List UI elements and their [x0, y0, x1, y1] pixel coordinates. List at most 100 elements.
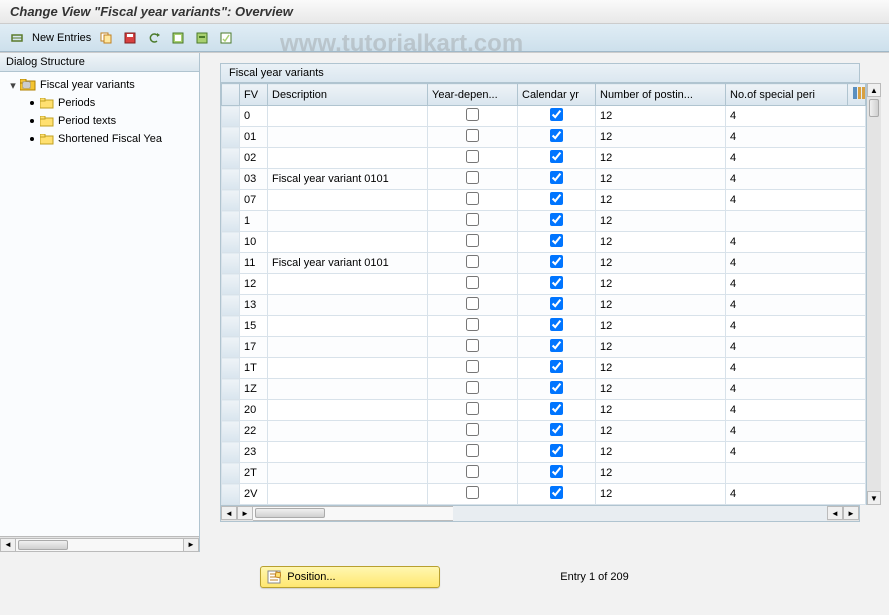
posting-periods-input[interactable]	[596, 169, 725, 189]
posting-periods-input[interactable]	[596, 295, 725, 315]
row-selector[interactable]	[222, 190, 240, 211]
year-dependent-checkbox[interactable]	[466, 339, 479, 352]
special-periods-input[interactable]	[726, 211, 865, 231]
posting-periods-input[interactable]	[596, 337, 725, 357]
calendar-year-checkbox[interactable]	[550, 381, 563, 394]
select-block-icon[interactable]	[193, 29, 211, 47]
special-periods-input[interactable]	[726, 127, 865, 147]
col-header-special-periods[interactable]: No.of special peri	[726, 84, 848, 106]
description-input[interactable]	[268, 274, 427, 294]
position-button[interactable]: Position...	[260, 566, 440, 588]
calendar-year-checkbox[interactable]	[550, 129, 563, 142]
posting-periods-input[interactable]	[596, 421, 725, 441]
calendar-year-checkbox[interactable]	[550, 360, 563, 373]
hscroll-track[interactable]	[253, 506, 453, 521]
col-header-fv[interactable]: FV	[240, 84, 268, 106]
row-selector[interactable]	[222, 400, 240, 421]
posting-periods-input[interactable]	[596, 400, 725, 420]
posting-periods-input[interactable]	[596, 127, 725, 147]
row-selector[interactable]	[222, 295, 240, 316]
col-header-year-dependent[interactable]: Year-depen...	[428, 84, 518, 106]
row-selector[interactable]	[222, 274, 240, 295]
calendar-year-checkbox[interactable]	[550, 171, 563, 184]
special-periods-input[interactable]	[726, 190, 865, 210]
fv-input[interactable]	[240, 316, 267, 336]
row-selector[interactable]	[222, 442, 240, 463]
fv-input[interactable]	[240, 253, 267, 273]
calendar-year-checkbox[interactable]	[550, 402, 563, 415]
special-periods-input[interactable]	[726, 232, 865, 252]
select-all-icon[interactable]	[169, 29, 187, 47]
row-selector[interactable]	[222, 358, 240, 379]
row-selector[interactable]	[222, 253, 240, 274]
calendar-year-checkbox[interactable]	[550, 213, 563, 226]
year-dependent-checkbox[interactable]	[466, 360, 479, 373]
calendar-year-checkbox[interactable]	[550, 234, 563, 247]
calendar-year-checkbox[interactable]	[550, 423, 563, 436]
tree-root-fiscal-year-variants[interactable]: ▾ Fiscal year variants	[2, 76, 197, 94]
calendar-year-checkbox[interactable]	[550, 276, 563, 289]
year-dependent-checkbox[interactable]	[466, 234, 479, 247]
special-periods-input[interactable]	[726, 379, 865, 399]
scroll-right2-icon[interactable]: ►	[843, 506, 859, 520]
year-dependent-checkbox[interactable]	[466, 465, 479, 478]
special-periods-input[interactable]	[726, 295, 865, 315]
row-selector[interactable]	[222, 127, 240, 148]
description-input[interactable]	[268, 106, 427, 126]
fv-input[interactable]	[240, 358, 267, 378]
fv-input[interactable]	[240, 232, 267, 252]
calendar-year-checkbox[interactable]	[550, 486, 563, 499]
year-dependent-checkbox[interactable]	[466, 213, 479, 226]
special-periods-input[interactable]	[726, 463, 865, 483]
tree-item-shortened-fiscal-year[interactable]: Shortened Fiscal Yea	[2, 130, 197, 148]
year-dependent-checkbox[interactable]	[466, 192, 479, 205]
scroll-thumb[interactable]	[18, 540, 68, 550]
fv-input[interactable]	[240, 442, 267, 462]
deselect-icon[interactable]	[217, 29, 235, 47]
year-dependent-checkbox[interactable]	[466, 108, 479, 121]
fv-input[interactable]	[240, 169, 267, 189]
col-header-calendar-year[interactable]: Calendar yr	[518, 84, 596, 106]
toggle-view-icon[interactable]	[8, 29, 26, 47]
posting-periods-input[interactable]	[596, 106, 725, 126]
description-input[interactable]	[268, 463, 427, 483]
calendar-year-checkbox[interactable]	[550, 318, 563, 331]
description-input[interactable]	[268, 211, 427, 231]
description-input[interactable]	[268, 295, 427, 315]
fv-input[interactable]	[240, 295, 267, 315]
fv-input[interactable]	[240, 463, 267, 483]
calendar-year-checkbox[interactable]	[550, 150, 563, 163]
year-dependent-checkbox[interactable]	[466, 129, 479, 142]
calendar-year-checkbox[interactable]	[550, 444, 563, 457]
posting-periods-input[interactable]	[596, 316, 725, 336]
posting-periods-input[interactable]	[596, 232, 725, 252]
tree-item-periods[interactable]: Periods	[2, 94, 197, 112]
vscroll-thumb[interactable]	[869, 99, 879, 117]
posting-periods-input[interactable]	[596, 463, 725, 483]
special-periods-input[interactable]	[726, 274, 865, 294]
col-config-icon[interactable]	[848, 84, 866, 106]
scroll-left-icon[interactable]: ◄	[0, 538, 16, 552]
row-selector[interactable]	[222, 211, 240, 232]
col-header-description[interactable]: Description	[268, 84, 428, 106]
fv-input[interactable]	[240, 337, 267, 357]
col-header-select[interactable]	[222, 84, 240, 106]
row-selector[interactable]	[222, 379, 240, 400]
grid-vscrollbar[interactable]: ▲ ▼	[866, 83, 881, 505]
posting-periods-input[interactable]	[596, 211, 725, 231]
description-input[interactable]	[268, 484, 427, 504]
fv-input[interactable]	[240, 190, 267, 210]
description-input[interactable]	[268, 400, 427, 420]
year-dependent-checkbox[interactable]	[466, 381, 479, 394]
calendar-year-checkbox[interactable]	[550, 192, 563, 205]
description-input[interactable]	[268, 358, 427, 378]
fv-input[interactable]	[240, 484, 267, 504]
year-dependent-checkbox[interactable]	[466, 444, 479, 457]
year-dependent-checkbox[interactable]	[466, 255, 479, 268]
posting-periods-input[interactable]	[596, 148, 725, 168]
year-dependent-checkbox[interactable]	[466, 297, 479, 310]
row-selector[interactable]	[222, 169, 240, 190]
description-input[interactable]	[268, 421, 427, 441]
fv-input[interactable]	[240, 106, 267, 126]
calendar-year-checkbox[interactable]	[550, 255, 563, 268]
